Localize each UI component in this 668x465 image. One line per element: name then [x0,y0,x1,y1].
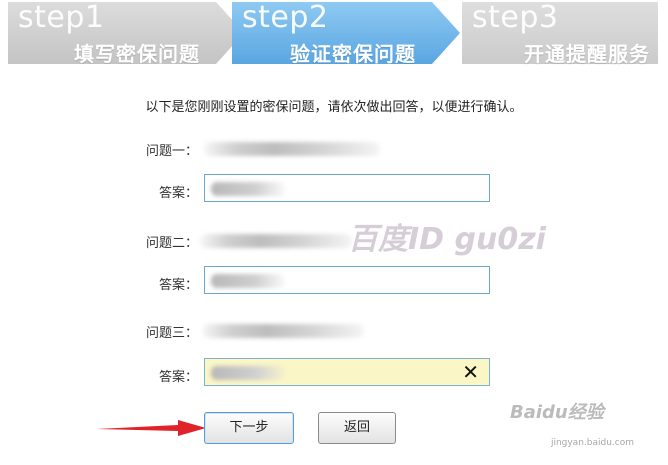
instruction-text: 以下是您刚刚设置的密保问题，请依次做出回答，以便进行确认。 [145,100,523,115]
question-1-text-blurred [204,142,380,156]
answer-1-input[interactable] [204,174,490,202]
step-3: step3 开通提醒服务 [462,0,658,66]
answer-2-value-blurred [211,274,285,288]
arrow-pointer-icon [96,420,206,436]
question-3-label: 问题三： [145,326,198,341]
step-3-label: 开通提醒服务 [524,42,650,66]
question-3-text-blurred [202,324,364,338]
question-2-label: 问题二： [145,236,198,251]
question-1-label: 问题一： [145,144,198,159]
step-1: step1 填写密保问题 [8,2,244,64]
step-1-number: step1 [18,0,105,35]
step-1-label: 填写密保问题 [74,42,200,66]
answer-3-input[interactable]: ✕ [204,358,490,386]
close-icon[interactable]: ✕ [462,361,479,383]
answer-1-value-blurred [211,182,285,196]
question-2-text-blurred [200,234,352,248]
answer-3-label: 答案： [158,370,198,385]
answer-2-input[interactable] [204,266,490,294]
answer-2-label: 答案： [158,278,198,293]
back-button[interactable]: 返回 [318,412,396,444]
baidu-url-watermark: jingyan.baidu.com [550,438,634,448]
step-progress-bar: step1 填写密保问题 step2 验证密保问题 step3 开通提醒服务 [0,0,668,68]
step-2-active: step2 验证密保问题 [232,2,460,64]
next-step-button[interactable]: 下一步 [204,412,294,444]
baidu-logo-watermark: Baidu经验 [510,402,604,423]
step-2-label: 验证密保问题 [290,42,416,66]
answer-3-value-blurred [211,366,285,380]
step-3-number: step3 [472,0,559,35]
answer-1-label: 答案： [158,186,198,201]
step-2-number: step2 [242,0,329,35]
watermark-text: 百度ID gu0zi [348,222,546,257]
